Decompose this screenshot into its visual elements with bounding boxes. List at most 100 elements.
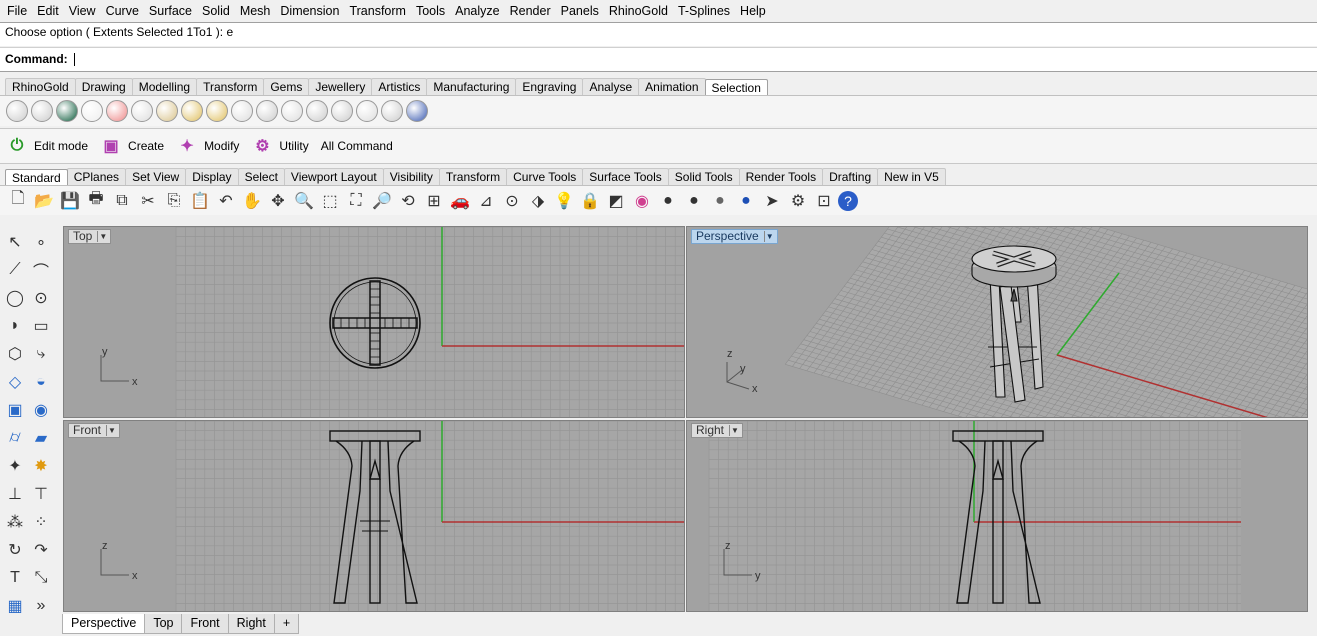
- viewport-front-label[interactable]: Front ▼: [68, 423, 121, 438]
- tab-new-in-v5[interactable]: New in V5: [877, 168, 946, 185]
- tab-set-view[interactable]: Set View: [125, 168, 187, 185]
- viewport-perspective-canvas[interactable]: z y x: [687, 227, 1308, 418]
- head-icon[interactable]: [331, 100, 353, 122]
- box-solid-icon[interactable]: ▣: [2, 397, 28, 423]
- pan-icon[interactable]: ✋: [240, 189, 264, 213]
- tab-cplanes[interactable]: CPlanes: [66, 168, 127, 185]
- polygon-icon[interactable]: ⬡: [2, 341, 28, 367]
- menu-file[interactable]: File: [2, 1, 32, 21]
- zoom-extents-icon[interactable]: ⛶: [344, 189, 368, 213]
- array-icon[interactable]: ▦: [2, 593, 28, 619]
- chevron-down-icon[interactable]: ▼: [729, 425, 740, 436]
- car-icon[interactable]: 🚗: [448, 189, 472, 213]
- add-viewport-tab-button[interactable]: +: [273, 614, 300, 634]
- menu-tools[interactable]: Tools: [411, 1, 450, 21]
- viewport-top-label[interactable]: Top ▼: [68, 229, 112, 244]
- tab-manufacturing[interactable]: Manufacturing: [426, 78, 517, 95]
- zoom-selected-icon[interactable]: 🔎: [370, 189, 394, 213]
- edit-mode-button[interactable]: ⏻ Edit mode: [6, 135, 88, 157]
- tab-animation[interactable]: Animation: [638, 78, 706, 95]
- menu-edit[interactable]: Edit: [32, 1, 64, 21]
- options-gear-icon[interactable]: ⚙: [786, 189, 810, 213]
- menu-transform[interactable]: Transform: [344, 1, 411, 21]
- grid-snap-icon[interactable]: ⊿: [474, 189, 498, 213]
- help-icon[interactable]: ?: [838, 190, 858, 211]
- menu-t-splines[interactable]: T-Splines: [673, 1, 735, 21]
- cone-icon[interactable]: [206, 100, 228, 122]
- open-folder-icon[interactable]: 📂: [32, 189, 56, 213]
- tab-display[interactable]: Display: [185, 168, 239, 185]
- sphere-wire-icon[interactable]: ●: [656, 189, 680, 213]
- tab-transform[interactable]: Transform: [196, 78, 265, 95]
- rotate-view-icon[interactable]: ✥: [266, 189, 290, 213]
- bend-icon[interactable]: ↷: [28, 537, 54, 563]
- chevron-down-icon[interactable]: ▼: [97, 231, 108, 242]
- tab-modelling[interactable]: Modelling: [131, 78, 198, 95]
- menu-view[interactable]: View: [64, 1, 101, 21]
- menu-rhinogold[interactable]: RhinoGold: [604, 1, 673, 21]
- band-icon[interactable]: [156, 100, 178, 122]
- setting-icon[interactable]: [256, 100, 278, 122]
- surface-patch-icon[interactable]: ◇: [2, 369, 28, 395]
- viewport-top[interactable]: Top ▼ y x: [63, 226, 685, 418]
- chevron-down-icon[interactable]: ▼: [763, 231, 775, 242]
- menu-analyze[interactable]: Analyze: [450, 1, 504, 21]
- select-icon[interactable]: ⬗: [526, 189, 550, 213]
- tab-artistics[interactable]: Artistics: [371, 78, 428, 95]
- tab-surface-tools[interactable]: Surface Tools: [582, 168, 669, 185]
- modify-button[interactable]: ✦ Modify: [176, 135, 239, 157]
- pearl-icon[interactable]: [81, 100, 103, 122]
- link-icon[interactable]: [381, 100, 403, 122]
- text-icon[interactable]: T: [2, 565, 28, 591]
- boolean-icon[interactable]: ✦: [2, 453, 28, 479]
- ellipse-icon[interactable]: ⊙: [28, 285, 54, 311]
- layer-icon[interactable]: ◩: [604, 189, 628, 213]
- ring-icon[interactable]: [131, 100, 153, 122]
- prong-icon[interactable]: [306, 100, 328, 122]
- diamond-cluster-icon[interactable]: [31, 100, 53, 122]
- osnap-icon[interactable]: ⊙: [500, 189, 524, 213]
- cursor-icon[interactable]: ➤: [760, 189, 784, 213]
- bowl-icon[interactable]: [231, 100, 253, 122]
- zoom-icon[interactable]: 🔍: [292, 189, 316, 213]
- viewport-tab-top[interactable]: Top: [144, 614, 183, 634]
- tab-transform[interactable]: Transform: [438, 168, 508, 185]
- tab-drawing[interactable]: Drawing: [74, 78, 133, 95]
- tab-jewellery[interactable]: Jewellery: [308, 78, 373, 95]
- viewport-front[interactable]: Front ▼ z x: [63, 420, 685, 612]
- scale-icon[interactable]: ⤡: [28, 565, 54, 591]
- utility-button[interactable]: ⚙ Utility: [251, 135, 309, 157]
- sphere-shaded-icon[interactable]: ●: [682, 189, 706, 213]
- cylinder-icon[interactable]: ⌭: [2, 425, 28, 451]
- select-arrow-icon[interactable]: ↖: [2, 229, 28, 255]
- import-icon[interactable]: ⧉: [110, 189, 134, 213]
- group-icon[interactable]: ⁂: [2, 509, 28, 535]
- menu-help[interactable]: Help: [735, 1, 771, 21]
- point-icon[interactable]: ∘: [28, 229, 54, 255]
- viewport-right-label[interactable]: Right ▼: [691, 423, 744, 438]
- menu-dimension[interactable]: Dimension: [275, 1, 344, 21]
- explode-icon[interactable]: ✸: [28, 453, 54, 479]
- light-icon[interactable]: 💡: [552, 189, 576, 213]
- menu-mesh[interactable]: Mesh: [235, 1, 276, 21]
- gem-cube-icon[interactable]: [406, 100, 428, 122]
- menu-solid[interactable]: Solid: [197, 1, 235, 21]
- viewport-perspective-label[interactable]: Perspective ▼: [691, 229, 778, 244]
- cut-icon[interactable]: ✂: [136, 189, 160, 213]
- menu-curve[interactable]: Curve: [101, 1, 144, 21]
- menu-surface[interactable]: Surface: [144, 1, 197, 21]
- rotate-icon[interactable]: ⟲: [396, 189, 420, 213]
- diamond-icon[interactable]: [6, 100, 28, 122]
- viewport-top-canvas[interactable]: y x: [64, 227, 685, 418]
- trim-icon[interactable]: ⊥: [2, 481, 28, 507]
- tab-selection[interactable]: Selection: [704, 79, 768, 96]
- chevron-down-icon[interactable]: ▼: [106, 425, 117, 436]
- more-tools-icon[interactable]: »: [28, 593, 54, 619]
- tab-viewport-layout[interactable]: Viewport Layout: [283, 168, 384, 185]
- viewport-perspective[interactable]: Perspective ▼ z y x: [686, 226, 1308, 418]
- planar-surface-icon[interactable]: ▰: [28, 425, 54, 451]
- viewport-front-canvas[interactable]: z x: [64, 421, 685, 612]
- create-button[interactable]: ▣ Create: [100, 135, 164, 157]
- split-icon[interactable]: ⊤: [28, 481, 54, 507]
- ungroup-icon[interactable]: ⁘: [28, 509, 54, 535]
